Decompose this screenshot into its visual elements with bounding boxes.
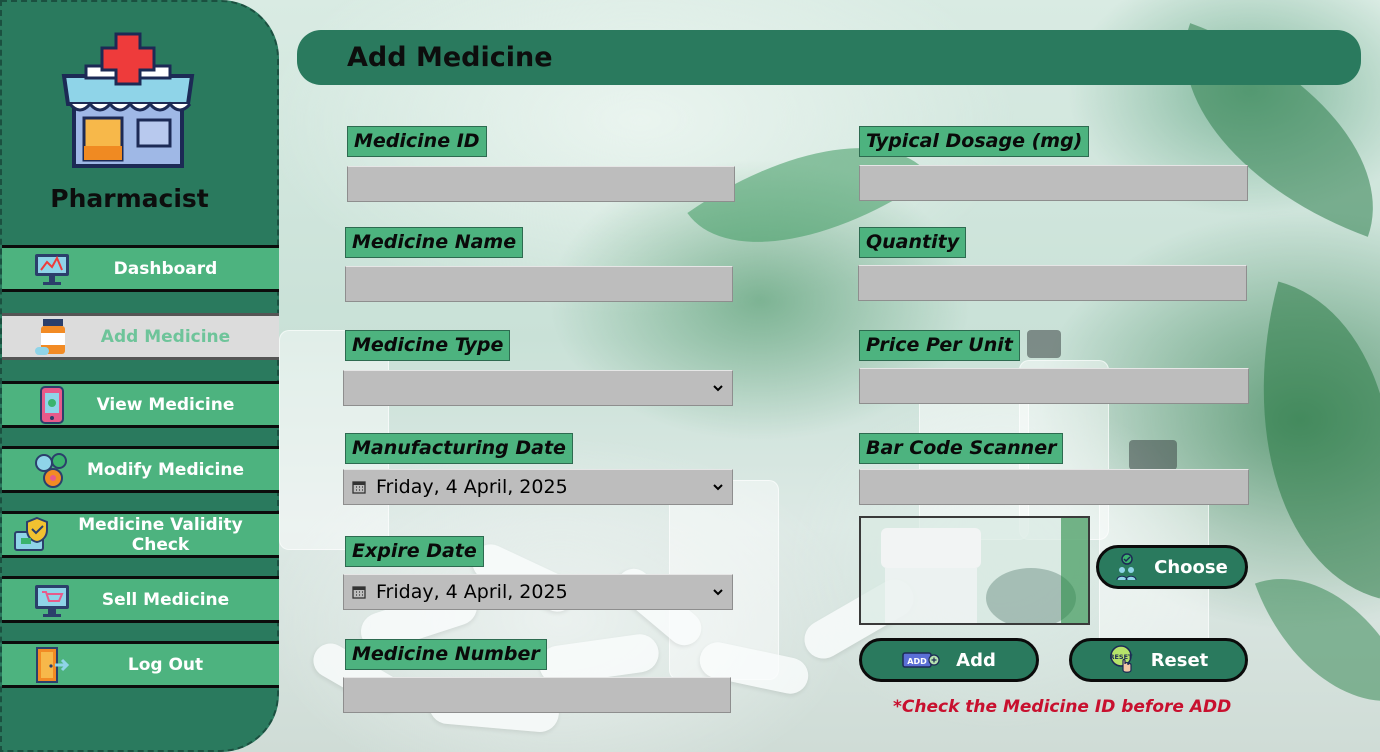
logout-door-icon <box>32 646 72 683</box>
add-button-label: Add <box>956 649 996 671</box>
choose-button[interactable]: Choose <box>1096 545 1248 589</box>
medicine-bottle-icon <box>32 318 72 355</box>
medicine-type-select[interactable] <box>343 370 733 406</box>
modify-pills-icon <box>32 452 72 488</box>
validity-shield-icon <box>12 516 52 553</box>
chevron-down-icon[interactable] <box>712 586 724 598</box>
bar-code-scanner-label: Bar Code Scanner <box>859 433 1064 464</box>
sidebar-item-label: Medicine Validity Check <box>78 514 243 555</box>
add-button[interactable]: ADD Add <box>859 638 1039 682</box>
sidebar-item-label: Dashboard <box>113 258 218 279</box>
choose-user-icon <box>1116 553 1138 581</box>
shop-cart-icon <box>32 582 72 618</box>
sidebar-item-modify-medicine[interactable]: Modify Medicine <box>2 446 279 493</box>
bottle-image <box>861 518 1088 628</box>
price-per-unit-label: Price Per Unit <box>859 330 1020 361</box>
expire-date-picker[interactable]: Friday, 4 April, 2025 <box>343 574 733 610</box>
phone-view-icon <box>32 385 72 424</box>
add-badge-icon: ADD <box>902 652 940 668</box>
reset-button[interactable]: RESET Reset <box>1069 638 1248 682</box>
sidebar-item-label: Modify Medicine <box>87 459 244 480</box>
quantity-label: Quantity <box>859 227 967 258</box>
sidebar-item-label: Add Medicine <box>100 326 231 347</box>
medicine-number-field[interactable] <box>343 677 731 713</box>
reset-button-label: Reset <box>1150 649 1209 671</box>
page-header: Add Medicine <box>297 30 1361 85</box>
manufacturing-date-label: Manufacturing Date <box>345 433 573 464</box>
add-badge-icon-text: ADD <box>907 657 927 666</box>
role-title: Pharmacist <box>50 184 209 213</box>
reset-click-icon-text: RESET <box>1109 653 1133 661</box>
pharmacy-store-icon <box>61 32 195 168</box>
medicine-name-input[interactable] <box>346 267 732 301</box>
page-title: Add Medicine <box>347 42 553 73</box>
calendar-icon <box>352 481 366 494</box>
sidebar-item-label: Sell Medicine <box>101 589 230 610</box>
chevron-down-icon[interactable] <box>712 382 724 394</box>
sidebar-item-label: Log Out <box>127 654 204 675</box>
medicine-image-preview <box>859 516 1090 628</box>
sidebar: Pharmacist Dashboard Add Medicine View M… <box>0 0 279 752</box>
medicine-number-input[interactable] <box>344 678 730 712</box>
sidebar-item-dashboard[interactable]: Dashboard <box>2 245 279 292</box>
sidebar-item-label: View Medicine <box>96 394 235 415</box>
price-per-unit-field[interactable] <box>859 368 1249 404</box>
manufacturing-date-value: Friday, 4 April, 2025 <box>376 476 568 498</box>
bar-code-field[interactable] <box>859 469 1249 505</box>
sidebar-item-view-medicine[interactable]: View Medicine <box>2 381 279 428</box>
chevron-down-icon[interactable] <box>712 481 724 493</box>
sidebar-item-sell-medicine[interactable]: Sell Medicine <box>2 576 279 623</box>
medicine-name-field[interactable] <box>345 266 733 302</box>
typical-dosage-label: Typical Dosage (mg) <box>859 126 1090 157</box>
choose-button-label: Choose <box>1154 556 1228 578</box>
medicine-id-warning: *Check the Medicine ID before ADD <box>893 697 1232 717</box>
medicine-name-label: Medicine Name <box>345 227 524 258</box>
sidebar-item-medicine-validity-check[interactable]: Medicine Validity Check <box>2 511 279 558</box>
quantity-input[interactable] <box>859 266 1246 300</box>
typical-dosage-input[interactable] <box>860 166 1247 200</box>
expire-date-value: Friday, 4 April, 2025 <box>376 581 568 603</box>
expire-date-label: Expire Date <box>345 536 484 567</box>
calendar-icon <box>352 586 366 599</box>
quantity-field[interactable] <box>858 265 1247 301</box>
bar-code-input[interactable] <box>860 470 1248 504</box>
medicine-number-label: Medicine Number <box>345 639 547 670</box>
manufacturing-date-picker[interactable]: Friday, 4 April, 2025 <box>343 469 733 505</box>
medicine-type-label: Medicine Type <box>345 330 511 361</box>
price-per-unit-input[interactable] <box>860 369 1248 403</box>
medicine-id-input[interactable] <box>348 167 734 201</box>
sidebar-item-add-medicine[interactable]: Add Medicine <box>2 313 279 360</box>
medicine-id-field[interactable] <box>347 166 735 202</box>
reset-click-icon: RESET <box>1109 645 1135 675</box>
sidebar-item-log-out[interactable]: Log Out <box>2 641 279 688</box>
dashboard-monitor-icon <box>32 251 72 287</box>
typical-dosage-field[interactable] <box>859 165 1248 201</box>
medicine-id-label: Medicine ID <box>347 126 487 157</box>
